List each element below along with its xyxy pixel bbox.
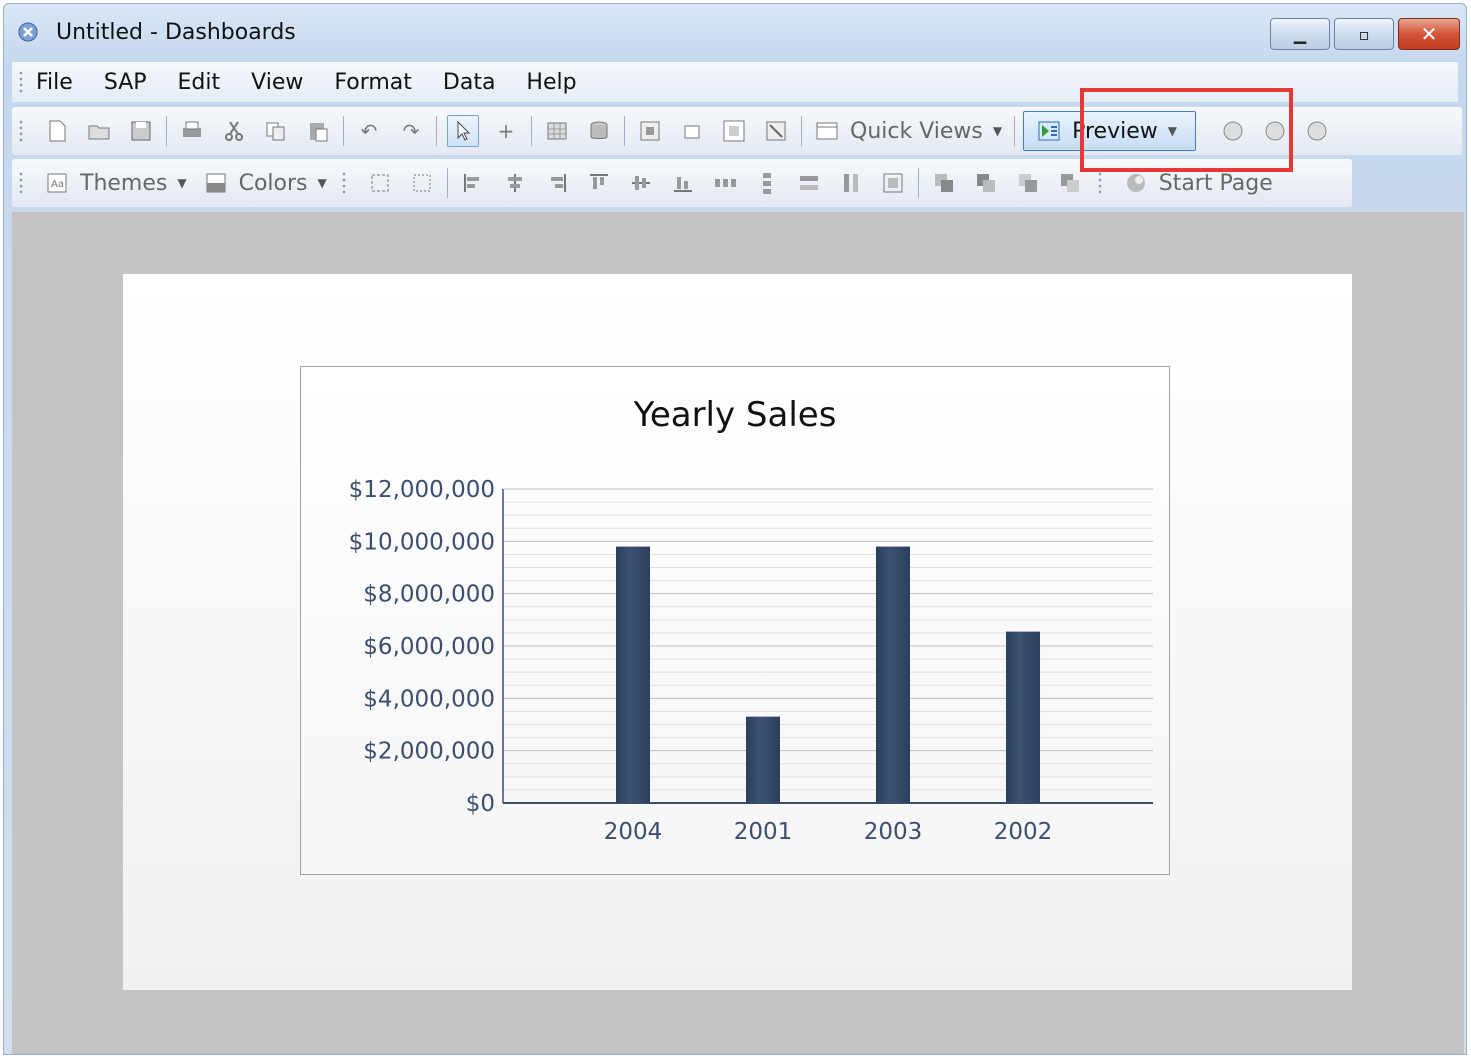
restore-button[interactable]: ▫	[1334, 18, 1394, 50]
send-to-back-icon[interactable]	[971, 168, 1001, 198]
toolbar-separator	[166, 116, 167, 146]
minimize-icon: ▁	[1293, 24, 1307, 44]
design-canvas[interactable]: Yearly Sales $0 $2,000,000 $4,000,000 $6,00…	[123, 274, 1352, 990]
data-manager-icon[interactable]	[584, 116, 614, 146]
menu-help[interactable]: Help	[526, 70, 576, 95]
close-button[interactable]: ✕	[1398, 18, 1460, 50]
open-folder-icon[interactable]	[84, 116, 114, 146]
print-icon[interactable]	[177, 116, 207, 146]
same-size-icon[interactable]	[878, 168, 908, 198]
minimize-button[interactable]: ▁	[1270, 18, 1330, 50]
send-backward-icon[interactable]	[1055, 168, 1085, 198]
y-tick-label: $8,000,000	[363, 582, 495, 608]
save-icon[interactable]	[126, 116, 156, 146]
ungroup-icon[interactable]	[407, 168, 437, 198]
copy-icon[interactable]	[261, 116, 291, 146]
bring-forward-icon[interactable]	[1013, 168, 1043, 198]
enlarge-canvas-icon[interactable]	[719, 116, 749, 146]
start-page-icon[interactable]	[1121, 168, 1151, 198]
x-tick-label: 2002	[994, 819, 1053, 845]
same-width-icon[interactable]	[794, 168, 824, 198]
svg-text:Aa: Aa	[51, 179, 64, 190]
same-height-icon[interactable]	[836, 168, 866, 198]
y-tick-label: $12,000,000	[349, 477, 495, 503]
themes-dropdown-icon[interactable]: ▼	[177, 176, 186, 190]
quick-views-icon[interactable]	[812, 116, 842, 146]
column-chart-component[interactable]: Yearly Sales $0 $2,000,000 $4,000,000 $6,00…	[300, 366, 1170, 875]
menu-view[interactable]: View	[251, 70, 303, 95]
crosshair-icon[interactable]: +	[491, 116, 521, 146]
y-tick-label: $2,000,000	[363, 739, 495, 765]
new-document-icon[interactable]	[42, 116, 72, 146]
align-bottom-icon[interactable]	[668, 168, 698, 198]
undo-icon[interactable]: ↶	[354, 116, 384, 146]
preview-highlight-annotation	[1080, 88, 1293, 172]
align-middle-icon[interactable]	[626, 168, 656, 198]
toolbar-separator	[1014, 116, 1016, 146]
bar-2002	[1006, 631, 1040, 803]
menubar-grip[interactable]	[18, 70, 24, 94]
window-title: Untitled - Dashboards	[56, 20, 296, 45]
toolbar-separator	[531, 116, 532, 146]
y-tick-label: $10,000,000	[349, 529, 495, 555]
select-pointer-icon[interactable]	[447, 115, 479, 147]
menu-data[interactable]: Data	[443, 70, 496, 95]
colors-label[interactable]: Colors	[239, 171, 308, 196]
paste-icon[interactable]	[303, 116, 333, 146]
x-tick-label: 2001	[734, 819, 793, 845]
chart-plot: $0 $2,000,000 $4,000,000 $6,000,000 $8,000,0…	[349, 477, 1153, 845]
bar-2004	[616, 546, 650, 803]
colors-dropdown-icon[interactable]: ▼	[318, 176, 327, 190]
bring-to-front-icon[interactable]	[929, 168, 959, 198]
x-tick-label: 2004	[604, 819, 663, 845]
menu-sap[interactable]: SAP	[104, 70, 147, 95]
quick-views-dropdown-icon[interactable]: ▼	[993, 124, 1002, 138]
fit-canvas-icon[interactable]	[635, 116, 665, 146]
x-tick-label: 2003	[864, 819, 923, 845]
preview-icon	[1034, 116, 1064, 146]
menu-edit[interactable]: Edit	[178, 70, 221, 95]
import-spreadsheet-icon[interactable]	[542, 116, 572, 146]
y-tick-label: $6,000,000	[363, 634, 495, 660]
toolbar-separator	[917, 168, 919, 198]
app-window: Untitled - Dashboards ▁ ▫ ✕ File SAP Edi…	[3, 3, 1467, 1055]
themes-icon[interactable]: Aa	[42, 168, 72, 198]
toolbar-grip[interactable]	[18, 171, 24, 195]
export-icon[interactable]	[1302, 116, 1332, 146]
toolbar-separator	[801, 116, 802, 146]
toolbar-separator	[436, 116, 437, 146]
y-tick-label: $4,000,000	[363, 686, 495, 712]
close-icon: ✕	[1420, 22, 1438, 46]
toolbar-separator	[446, 168, 448, 198]
title-bar: Untitled - Dashboards ▁ ▫ ✕	[4, 4, 1466, 60]
start-page-label[interactable]: Start Page	[1159, 171, 1273, 196]
space-vertical-icon[interactable]	[752, 168, 782, 198]
redo-icon[interactable]: ↷	[396, 116, 426, 146]
cut-icon[interactable]	[219, 116, 249, 146]
align-left-icon[interactable]	[458, 168, 488, 198]
bar-2001	[746, 716, 780, 803]
group-icon[interactable]	[365, 168, 395, 198]
dashboards-app-icon	[18, 22, 38, 42]
fit-to-components-icon[interactable]	[761, 116, 791, 146]
themes-label[interactable]: Themes	[80, 171, 167, 196]
canvas-area: Yearly Sales $0 $2,000,000 $4,000,000 $6,00…	[12, 212, 1464, 1054]
align-right-icon[interactable]	[542, 168, 572, 198]
colors-icon[interactable]	[201, 168, 231, 198]
toolbar-separator	[343, 116, 344, 146]
y-tick-label: $0	[466, 791, 495, 817]
bar-2003	[876, 546, 910, 803]
restore-icon: ▫	[1358, 24, 1370, 44]
space-horizontal-icon[interactable]	[710, 168, 740, 198]
align-top-icon[interactable]	[584, 168, 614, 198]
toolbar-separator	[624, 116, 625, 146]
shrink-canvas-icon[interactable]	[677, 116, 707, 146]
quick-views-label[interactable]: Quick Views	[850, 119, 983, 144]
menu-file[interactable]: File	[36, 70, 73, 95]
toolbar-grip[interactable]	[340, 171, 347, 195]
align-center-icon[interactable]	[500, 168, 530, 198]
toolbar-grip[interactable]	[18, 119, 24, 143]
toolbar-grip[interactable]	[1096, 171, 1103, 195]
menu-format[interactable]: Format	[334, 70, 412, 95]
